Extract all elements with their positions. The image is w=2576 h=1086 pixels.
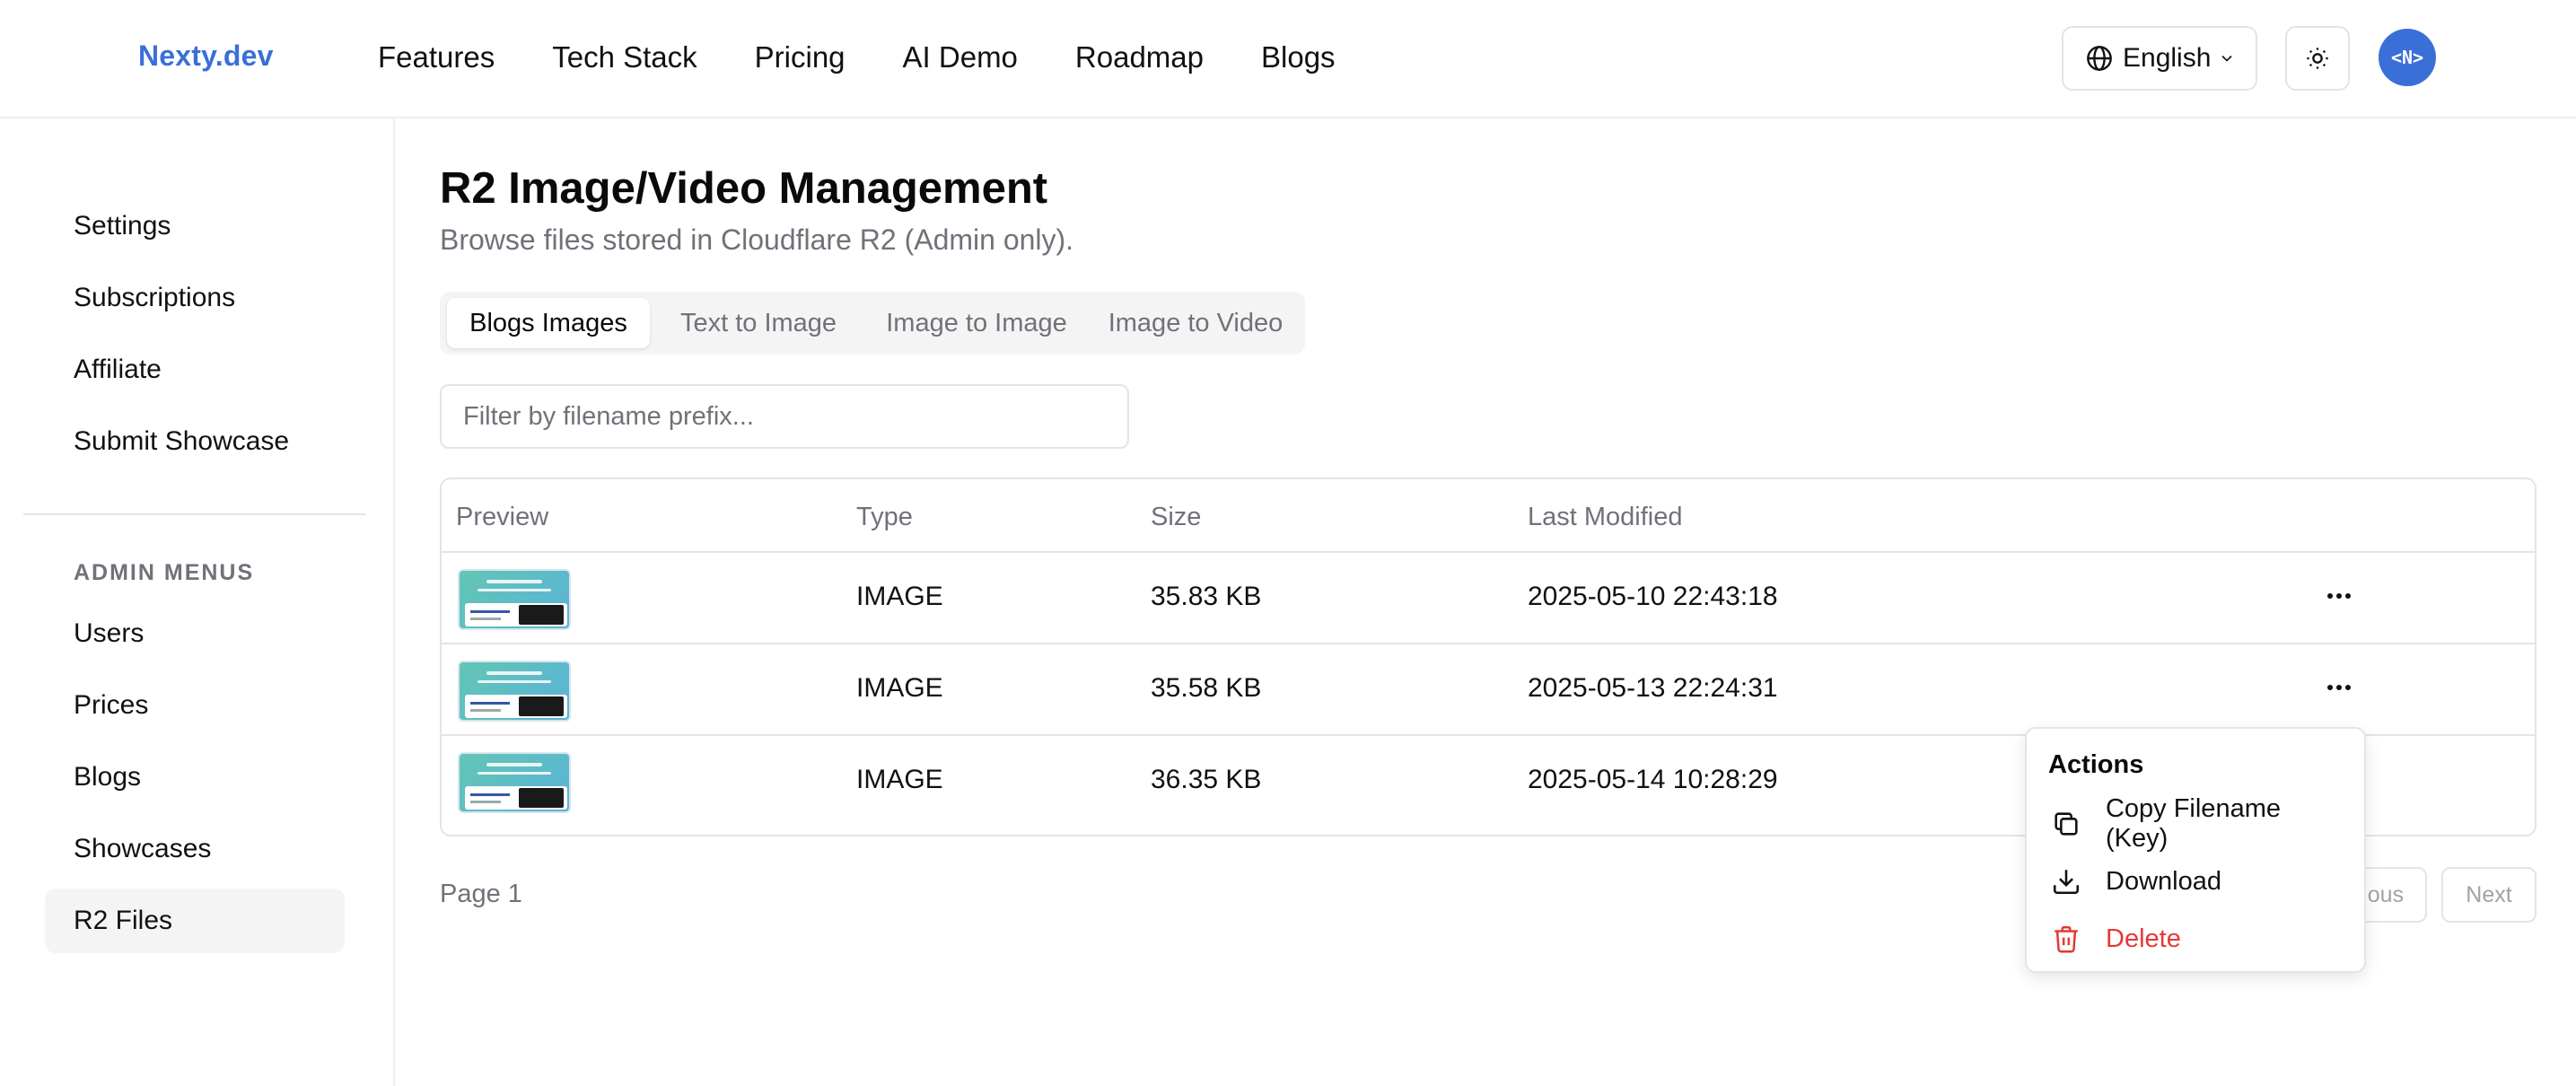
- nav-pricing[interactable]: Pricing: [755, 39, 846, 75]
- main-nav: Features Tech Stack Pricing AI Demo Road…: [378, 39, 1393, 75]
- language-select[interactable]: English: [2062, 26, 2257, 91]
- tab-image-to-video[interactable]: Image to Video: [1093, 298, 1298, 348]
- preview-thumbnail[interactable]: [458, 569, 571, 630]
- download-icon: [2048, 863, 2084, 899]
- sidebar-item-prices[interactable]: Prices: [45, 673, 345, 738]
- tab-blogs-images[interactable]: Blogs Images: [447, 298, 650, 348]
- nav-tech-stack[interactable]: Tech Stack: [552, 39, 697, 75]
- sidebar-item-r2-files[interactable]: R2 Files: [45, 889, 345, 953]
- modified-cell: 2025-05-13 22:24:31: [1528, 673, 1778, 703]
- page-title: R2 Image/Video Management: [440, 164, 1048, 213]
- table-row: IMAGE 35.58 KB 2025-05-13 22:24:31: [442, 644, 2535, 736]
- sidebar-item-settings[interactable]: Settings: [45, 194, 345, 258]
- size-cell: 35.83 KB: [1151, 582, 1262, 611]
- actions-menu-title: Actions: [2048, 750, 2144, 779]
- nav-ai-demo[interactable]: AI Demo: [903, 39, 1018, 75]
- type-cell: IMAGE: [856, 673, 943, 703]
- table-row: IMAGE 35.83 KB 2025-05-10 22:43:18: [442, 553, 2535, 644]
- column-header-last-modified: Last Modified: [1528, 503, 1683, 531]
- row-actions-button[interactable]: [2321, 670, 2357, 705]
- delete-label: Delete: [2106, 924, 2181, 953]
- filename-filter-input[interactable]: [440, 384, 1129, 449]
- download-menu-item[interactable]: Download: [2048, 860, 2350, 903]
- page-subtitle: Browse files stored in Cloudflare R2 (Ad…: [440, 223, 1074, 256]
- row-actions-button[interactable]: [2321, 578, 2357, 614]
- avatar[interactable]: <N>: [2379, 29, 2436, 86]
- preview-thumbnail[interactable]: [458, 661, 571, 722]
- sidebar-item-users[interactable]: Users: [45, 601, 345, 666]
- size-cell: 36.35 KB: [1151, 765, 1262, 794]
- next-page-button[interactable]: Next: [2441, 867, 2537, 923]
- copy-filename-label: Copy Filename (Key): [2105, 794, 2281, 853]
- column-header-size: Size: [1151, 503, 1202, 531]
- tab-image-to-image[interactable]: Image to Image: [867, 298, 1086, 348]
- column-header-preview: Preview: [456, 503, 549, 531]
- file-category-tabs: Blogs Images Text to Image Image to Imag…: [440, 292, 1305, 355]
- sidebar-item-blogs[interactable]: Blogs: [45, 745, 345, 810]
- sidebar-item-subscriptions[interactable]: Subscriptions: [45, 266, 345, 330]
- nav-roadmap[interactable]: Roadmap: [1075, 39, 1204, 75]
- sidebar-item-showcases[interactable]: Showcases: [45, 817, 345, 881]
- copy-icon: [2048, 806, 2084, 842]
- logo[interactable]: Nexty.dev: [138, 39, 274, 73]
- top-header: Nexty.dev Features Tech Stack Pricing AI…: [0, 0, 2576, 118]
- copy-filename-menu-item[interactable]: Copy Filename (Key): [2048, 794, 2350, 853]
- nav-blogs[interactable]: Blogs: [1261, 39, 1336, 75]
- preview-thumbnail[interactable]: [458, 752, 571, 813]
- modified-cell: 2025-05-14 10:28:29: [1528, 765, 1778, 794]
- tab-text-to-image[interactable]: Text to Image: [657, 298, 860, 348]
- delete-menu-item[interactable]: Delete: [2048, 917, 2350, 960]
- theme-toggle-button[interactable]: [2285, 26, 2350, 91]
- sidebar-item-affiliate[interactable]: Affiliate: [45, 337, 345, 402]
- admin-menus-heading: ADMIN MENUS: [74, 560, 255, 585]
- modified-cell: 2025-05-10 22:43:18: [1528, 582, 1778, 611]
- trash-icon: [2048, 921, 2084, 957]
- language-label: English: [2123, 43, 2212, 73]
- row-actions-menu: Actions Copy Filename (Key) Download Del…: [2025, 727, 2366, 973]
- sidebar-item-submit-showcase[interactable]: Submit Showcase: [45, 409, 345, 474]
- column-header-type: Type: [856, 503, 913, 531]
- size-cell: 35.58 KB: [1151, 673, 1262, 703]
- globe-icon: [2087, 46, 2112, 71]
- download-label: Download: [2106, 866, 2221, 896]
- sidebar: Settings Subscriptions Affiliate Submit …: [0, 118, 395, 1086]
- nav-features[interactable]: Features: [378, 39, 495, 75]
- type-cell: IMAGE: [856, 582, 943, 611]
- chevron-down-icon: [2221, 55, 2232, 62]
- sun-icon: [2307, 48, 2328, 69]
- type-cell: IMAGE: [856, 765, 943, 794]
- page-indicator: Page 1: [440, 880, 522, 908]
- sidebar-divider: [23, 513, 366, 515]
